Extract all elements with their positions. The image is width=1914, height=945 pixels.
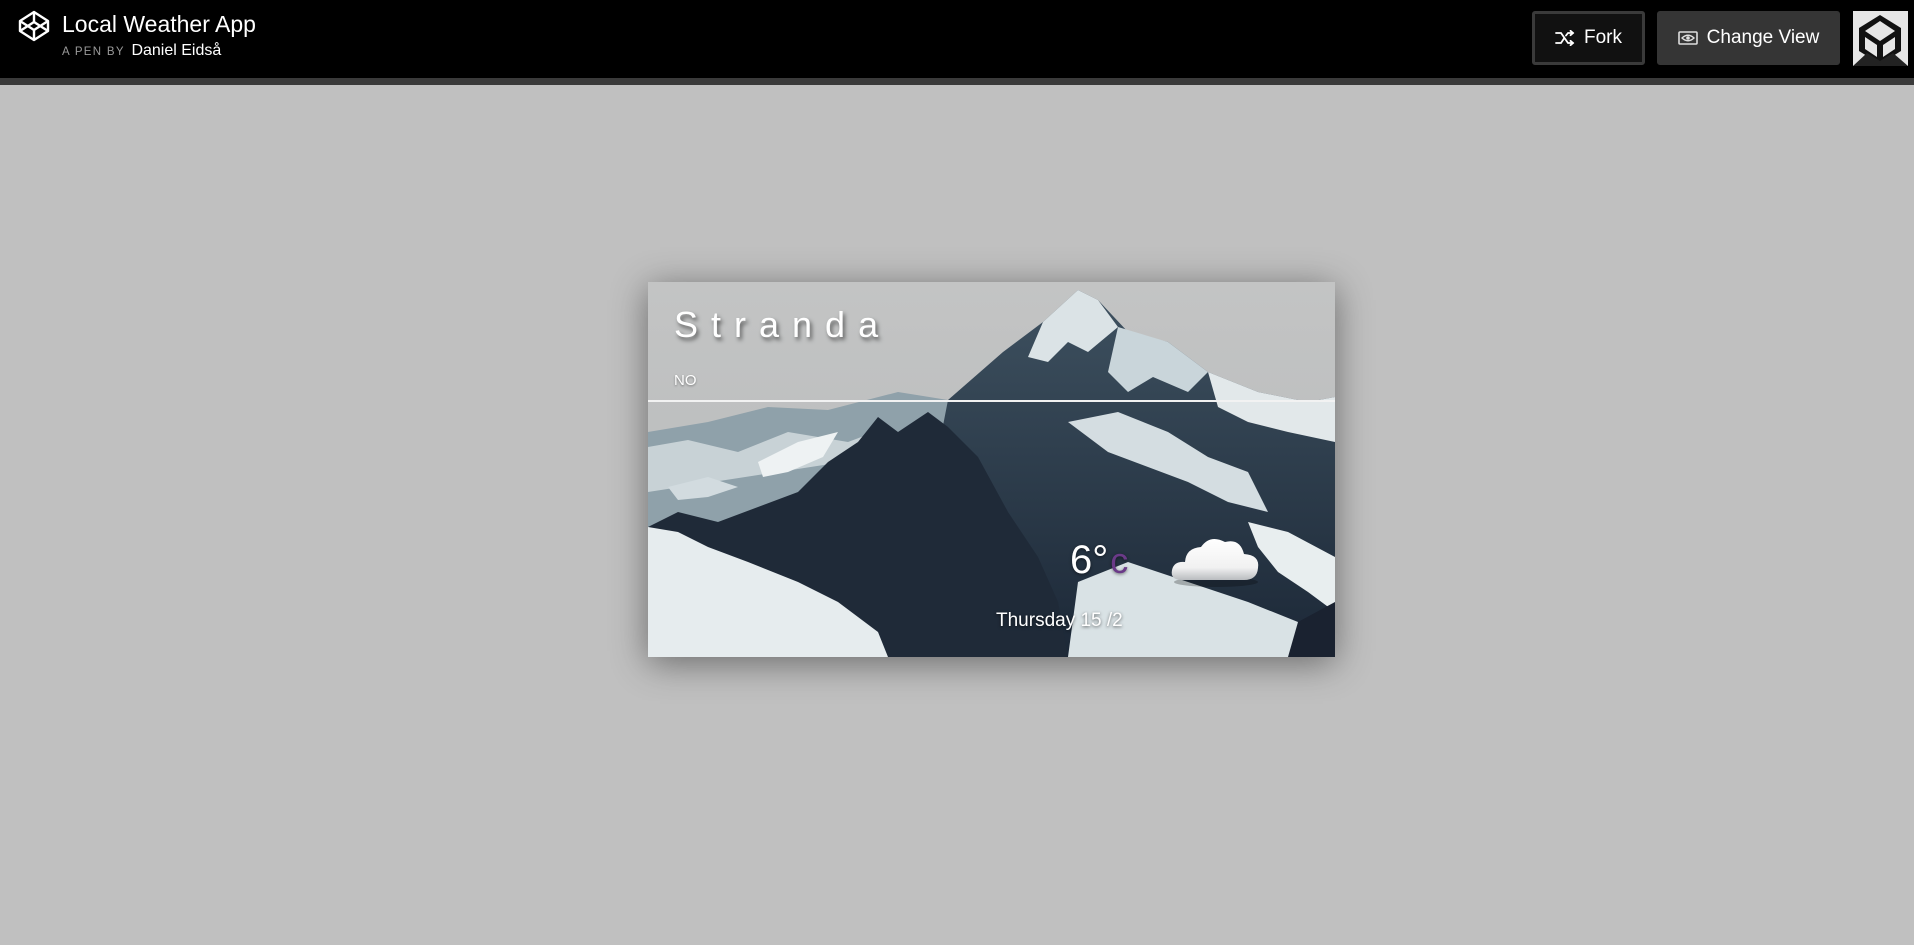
temperature-value: 6° — [1070, 538, 1109, 582]
country-code: NO — [674, 372, 697, 389]
header-divider — [648, 400, 1335, 402]
city-name: Stranda — [674, 304, 892, 345]
user-avatar[interactable] — [1853, 11, 1908, 66]
header-bar: Local Weather App A PEN BY Daniel Eidså … — [0, 0, 1914, 85]
date-display: Thursday 15 /2 — [996, 610, 1123, 631]
change-view-button[interactable]: Change View — [1657, 11, 1840, 65]
weather-card: Stranda NO 6°c Thursday 15 /2 — [648, 282, 1335, 657]
fork-icon — [1555, 30, 1575, 46]
fork-label: Fork — [1584, 27, 1622, 48]
unit-toggle[interactable]: c — [1110, 540, 1128, 581]
pen-byline: A PEN BY Daniel Eidså — [62, 42, 256, 61]
author-link[interactable]: Daniel Eidså — [131, 42, 221, 59]
fork-button[interactable]: Fork — [1532, 11, 1645, 65]
change-view-label: Change View — [1706, 27, 1820, 48]
codepen-logo-icon[interactable] — [17, 9, 51, 43]
temperature-display: 6°c — [1070, 538, 1128, 583]
eye-icon — [1677, 30, 1698, 46]
pen-by-label: A PEN BY — [62, 46, 125, 58]
pen-title-block: Local Weather App A PEN BY Daniel Eidså — [62, 10, 256, 61]
page-title: Local Weather App — [62, 11, 256, 37]
cloud-icon — [1171, 538, 1259, 587]
